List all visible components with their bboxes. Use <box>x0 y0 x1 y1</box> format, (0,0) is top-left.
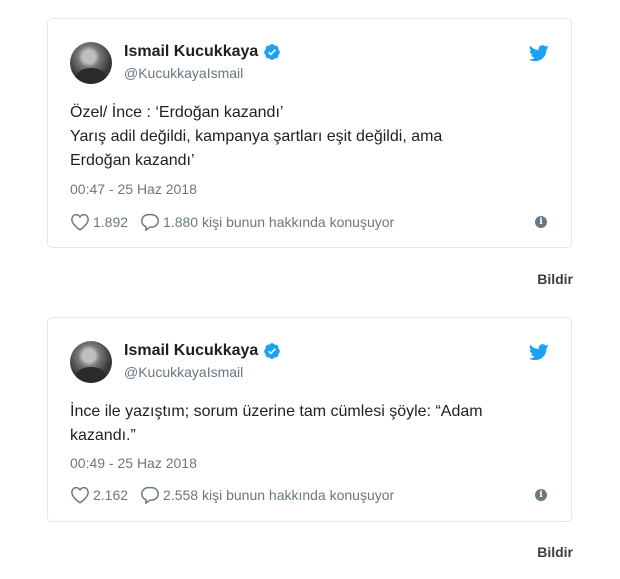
report-link[interactable]: Bildir <box>537 544 573 560</box>
tweet-text-line: Yarış adil değildi, kampanya şartları eş… <box>70 128 443 145</box>
author-handle[interactable]: @KucukkayaIsmail <box>124 364 243 380</box>
like-action[interactable]: 1.892 <box>70 213 128 231</box>
tweet-timestamp[interactable]: 00:49 - 25 Haz 2018 <box>70 455 197 471</box>
like-action[interactable]: 2.162 <box>70 486 128 504</box>
author-name-row[interactable]: Ismail Kucukkaya <box>124 43 281 61</box>
tweet-text-line: Özel/ İnce : ‘Erdoğan kazandı’ <box>70 104 284 121</box>
embedded-tweet-card[interactable]: Ismail Kucukkaya @KucukkayaIsmail İnce i… <box>47 317 572 522</box>
speech-bubble-icon <box>141 486 159 504</box>
tweet-text: İnce ile yazıştım; sorum üzerine tam cüm… <box>70 400 550 448</box>
like-count: 1.892 <box>93 214 129 230</box>
speech-bubble-icon <box>141 213 159 231</box>
tweet-text-line: Erdoğan kazandı’ <box>70 152 195 169</box>
heart-icon <box>71 486 89 504</box>
embedded-tweet-card[interactable]: Ismail Kucukkaya @KucukkayaIsmail Özel/ … <box>47 18 572 248</box>
conversation-action[interactable]: 1.880 kişi bunun hakkında konuşuyor <box>140 213 394 231</box>
conversation-action[interactable]: 2.558 kişi bunun hakkında konuşuyor <box>140 486 394 504</box>
info-icon[interactable]: i <box>535 216 547 228</box>
author-avatar[interactable] <box>70 341 112 383</box>
author-name[interactable]: Ismail Kucukkaya <box>124 342 258 360</box>
report-link[interactable]: Bildir <box>537 271 573 287</box>
heart-icon <box>71 213 89 231</box>
tweet-text-line: kazandı.” <box>70 427 136 444</box>
like-count: 2.162 <box>93 487 129 503</box>
tweet-timestamp[interactable]: 00:47 - 25 Haz 2018 <box>70 181 197 197</box>
author-handle[interactable]: @KucukkayaIsmail <box>124 65 243 81</box>
author-avatar[interactable] <box>70 42 112 84</box>
verified-badge-icon <box>264 343 281 359</box>
tweet-actions: 1.892 1.880 kişi bunun hakkında konuşuyo… <box>70 213 406 231</box>
verified-badge-icon <box>264 44 281 60</box>
author-name[interactable]: Ismail Kucukkaya <box>124 43 258 61</box>
twitter-bird-icon[interactable] <box>529 344 549 361</box>
tweet-text-line: İnce ile yazıştım; sorum üzerine tam cüm… <box>70 403 483 420</box>
conversation-count: 1.880 kişi bunun hakkında konuşuyor <box>163 214 395 230</box>
info-icon[interactable]: i <box>535 489 547 501</box>
author-name-row[interactable]: Ismail Kucukkaya <box>124 342 281 360</box>
twitter-bird-icon[interactable] <box>529 45 549 62</box>
conversation-count: 2.558 kişi bunun hakkında konuşuyor <box>163 487 395 503</box>
tweet-actions: 2.162 2.558 kişi bunun hakkında konuşuyo… <box>70 486 406 504</box>
tweet-text: Özel/ İnce : ‘Erdoğan kazandı’ Yarış adi… <box>70 101 550 173</box>
